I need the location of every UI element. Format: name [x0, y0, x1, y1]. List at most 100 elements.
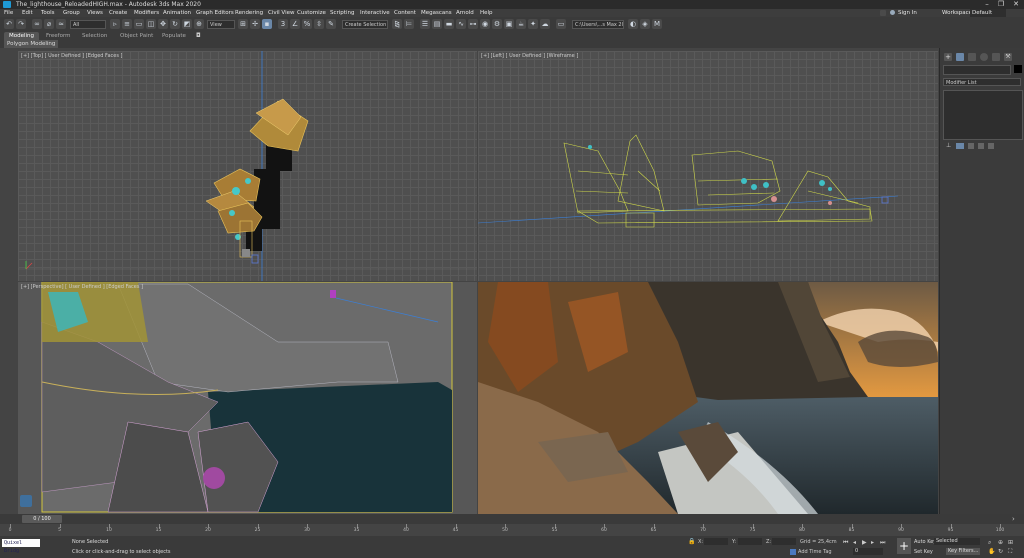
- unlink-icon[interactable]: ⌀: [44, 19, 54, 29]
- viewport-left-label[interactable]: [+] [Left] [ User Defined ] [Wireframe ]: [481, 53, 578, 59]
- link-icon[interactable]: ∞: [32, 19, 42, 29]
- viewport-top-label[interactable]: [+] [Top] [ User Defined ] [Edged Faces …: [21, 53, 123, 59]
- menu-graph-editors[interactable]: Graph Editors: [196, 9, 234, 17]
- menu-customize[interactable]: Customize: [297, 9, 326, 17]
- lock-selection-icon[interactable]: 🔒: [688, 539, 695, 545]
- undo-icon[interactable]: ↶: [4, 19, 14, 29]
- tab-selection[interactable]: Selection: [82, 32, 107, 41]
- menu-modifiers[interactable]: Modifiers: [134, 9, 159, 17]
- create-tab-icon[interactable]: +: [944, 53, 952, 61]
- menu-tools[interactable]: Tools: [41, 9, 55, 17]
- menu-edit[interactable]: Edit: [22, 9, 33, 17]
- reference-coordinate-dropdown[interactable]: View: [207, 20, 235, 29]
- zoom-icon[interactable]: ⌕: [988, 539, 991, 547]
- select-object-icon[interactable]: ▹: [110, 19, 120, 29]
- percent-snap-icon[interactable]: %: [302, 19, 312, 29]
- menu-megascans[interactable]: Megascans: [421, 9, 452, 17]
- material-editor-icon[interactable]: ◉: [480, 19, 490, 29]
- rotate-icon[interactable]: ↻: [170, 19, 180, 29]
- viewport-top[interactable]: [+] [Top] [ User Defined ] [Edged Faces …: [18, 51, 477, 281]
- menu-help[interactable]: Help: [480, 9, 493, 17]
- close-button[interactable]: ✕: [1009, 0, 1023, 9]
- render-production-icon[interactable]: ☕: [516, 19, 526, 29]
- maxscript-listener[interactable]: Quixel Bridg: [2, 539, 40, 554]
- display-tab-icon[interactable]: [992, 53, 1000, 61]
- named-selection-sets-dropdown[interactable]: Create Selection Se: [342, 20, 388, 29]
- angle-snap-icon[interactable]: ∠: [290, 19, 300, 29]
- select-by-name-icon[interactable]: ≡: [122, 19, 132, 29]
- rectangular-selection-icon[interactable]: ▭: [134, 19, 144, 29]
- ribbon-panel-polygon-modeling[interactable]: Polygon Modeling: [4, 40, 59, 48]
- menu-create[interactable]: Create: [109, 9, 127, 17]
- menu-civil-view[interactable]: Civil View: [268, 9, 294, 17]
- snaps-toggle-icon[interactable]: 3: [278, 19, 288, 29]
- remove-modifier-icon[interactable]: [978, 143, 984, 149]
- time-slider-thumb[interactable]: 0 / 100: [22, 515, 62, 523]
- pivot-center-icon[interactable]: ⊞: [238, 19, 248, 29]
- menu-views[interactable]: Views: [87, 9, 103, 17]
- zoom-extents-icon[interactable]: ⊞: [1008, 539, 1013, 546]
- pan-icon[interactable]: ✋: [988, 548, 995, 555]
- x-coordinate-field[interactable]: [704, 538, 728, 545]
- show-end-result-icon[interactable]: [956, 143, 964, 149]
- key-selection-dropdown[interactable]: Selected: [934, 538, 980, 545]
- render-iterative-icon[interactable]: ✦: [528, 19, 538, 29]
- viewport-perspective[interactable]: [+] [Perspective] [ User Defined ] [Edge…: [18, 282, 477, 514]
- play-icon[interactable]: ▶: [862, 539, 867, 546]
- move-icon[interactable]: ✥: [158, 19, 168, 29]
- maximize-button[interactable]: ❐: [994, 0, 1008, 9]
- set-key-button[interactable]: Set Key: [914, 549, 933, 555]
- utilities-tab-icon[interactable]: ⚒: [1004, 53, 1012, 61]
- render-in-cloud-icon[interactable]: ☁: [540, 19, 550, 29]
- menu-arnold[interactable]: Arnold: [456, 9, 474, 17]
- tab-object-paint[interactable]: Object Paint: [120, 32, 153, 41]
- spinner-snap-icon[interactable]: ⇳: [314, 19, 324, 29]
- scene-explorer-icon[interactable]: ☰: [420, 19, 430, 29]
- set-key-big-icon[interactable]: +: [897, 538, 911, 554]
- viewport-layout-icon[interactable]: [20, 495, 32, 507]
- modify-tab-icon[interactable]: [956, 53, 964, 61]
- go-to-start-icon[interactable]: ⏮: [843, 539, 848, 547]
- menu-group[interactable]: Group: [63, 9, 80, 17]
- select-manipulate-icon[interactable]: ✢: [250, 19, 260, 29]
- bind-space-warp-icon[interactable]: ≈: [56, 19, 66, 29]
- megascans-icon[interactable]: M: [652, 19, 662, 29]
- hierarchy-tab-icon[interactable]: [968, 53, 976, 61]
- menu-scripting[interactable]: Scripting: [330, 9, 354, 17]
- y-coordinate-field[interactable]: [738, 538, 762, 545]
- rendered-frame-window-icon[interactable]: ▣: [504, 19, 514, 29]
- viewport-perspective-label[interactable]: [+] [Perspective] [ User Defined ] [Edge…: [21, 284, 143, 290]
- curve-editor-icon[interactable]: ∿: [456, 19, 466, 29]
- current-frame-field[interactable]: 0: [853, 548, 883, 555]
- menu-animation[interactable]: Animation: [163, 9, 191, 17]
- auto-key-button[interactable]: Auto Key: [914, 539, 936, 545]
- scale-icon[interactable]: ◩: [182, 19, 192, 29]
- object-color-swatch[interactable]: [1014, 65, 1022, 73]
- keyboard-shortcut-override-icon[interactable]: ▪: [262, 19, 272, 29]
- orbit-icon[interactable]: ↻: [998, 548, 1003, 555]
- previous-frame-icon[interactable]: ◂: [853, 539, 856, 546]
- z-coordinate-field[interactable]: [772, 538, 796, 545]
- make-unique-icon[interactable]: [968, 143, 974, 149]
- open-folder-icon[interactable]: ▭: [556, 19, 566, 29]
- pin-stack-icon[interactable]: ⊥: [946, 143, 952, 149]
- mirror-icon[interactable]: ⧎: [392, 19, 402, 29]
- time-slider[interactable]: 0 / 100 ›: [0, 514, 1024, 524]
- schematic-view-icon[interactable]: ⊶: [468, 19, 478, 29]
- add-time-tag-button[interactable]: Add Time Tag: [798, 549, 832, 555]
- menu-file[interactable]: File: [4, 9, 13, 17]
- time-tag-icon[interactable]: [790, 549, 796, 555]
- viewport-camera-render[interactable]: [478, 282, 938, 514]
- asset-tracking-icon[interactable]: ◐: [628, 19, 638, 29]
- render-setup-icon[interactable]: ⚙: [492, 19, 502, 29]
- menu-content[interactable]: Content: [394, 9, 416, 17]
- align-icon[interactable]: ⊨: [404, 19, 414, 29]
- viewport-left[interactable]: [+] [Left] [ User Defined ] [Wireframe ]: [478, 51, 938, 281]
- time-slider-next-icon[interactable]: ›: [1012, 515, 1020, 523]
- menu-interactive[interactable]: Interactive: [360, 9, 390, 17]
- key-filters-button[interactable]: Key Filters...: [946, 548, 980, 555]
- go-to-end-icon[interactable]: ⏭: [880, 539, 885, 547]
- modifier-list-dropdown[interactable]: Modifier List: [943, 78, 1021, 86]
- tab-populate[interactable]: Populate: [162, 32, 186, 41]
- window-crossing-icon[interactable]: ◫: [146, 19, 156, 29]
